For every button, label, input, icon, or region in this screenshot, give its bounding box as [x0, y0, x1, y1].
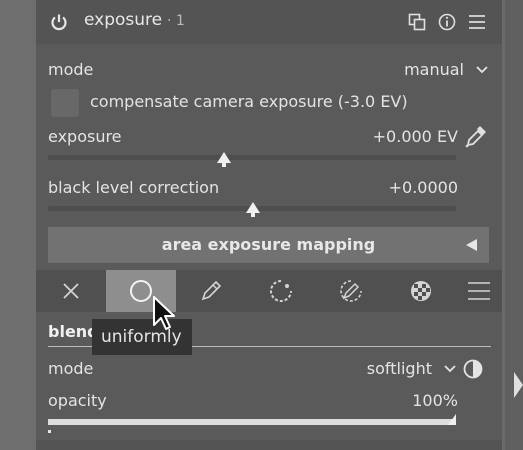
module-header[interactable]: exposure · 1	[36, 0, 502, 44]
compensate-label: compensate camera exposure (-3.0 EV)	[90, 92, 408, 111]
mouse-cursor-icon	[153, 296, 175, 330]
black-level-slider-tick	[251, 213, 255, 217]
blend-menu-button[interactable]	[454, 270, 502, 312]
pencil-parametric-icon	[340, 280, 362, 302]
reset-icon[interactable]	[438, 13, 456, 31]
exposure-slider-tick	[222, 163, 226, 167]
black-level-slider-handle[interactable]	[246, 202, 260, 213]
blend-drawn-parametric-button[interactable]	[316, 270, 386, 312]
mode-label: mode	[48, 60, 94, 79]
chevron-down-icon	[476, 66, 488, 74]
area-exposure-mapping-section[interactable]: area exposure mapping	[48, 227, 489, 263]
exposure-slider-handle[interactable]	[217, 152, 231, 163]
pencil-icon	[201, 280, 222, 301]
color-picker-icon[interactable]	[464, 124, 488, 148]
opacity-value: 100%	[412, 391, 458, 410]
opacity-label: opacity	[48, 391, 107, 410]
module-instance-label: · 1	[167, 13, 185, 29]
exposure-label: exposure	[48, 127, 122, 146]
blend-polarity-icon[interactable]	[463, 359, 483, 379]
black-level-label: black level correction	[48, 178, 220, 197]
blend-parametric-mask-button[interactable]	[246, 270, 316, 312]
raster-icon	[411, 281, 431, 301]
opacity-slider[interactable]	[48, 419, 456, 425]
blend-mode-dropdown[interactable]: softlight	[336, 355, 460, 383]
mode-dropdown[interactable]: manual	[376, 56, 492, 84]
module-title: exposure	[84, 10, 163, 30]
exposure-value: +0.000 EV	[372, 127, 458, 146]
blend-mode-label: mode	[48, 359, 94, 378]
expand-right-arrow-icon[interactable]	[514, 372, 523, 398]
blend-off-button[interactable]	[36, 270, 106, 312]
power-icon[interactable]	[50, 13, 68, 31]
chevron-down-icon	[444, 365, 456, 373]
presets-icon[interactable]	[468, 13, 486, 31]
black-level-value: +0.0000	[388, 178, 458, 197]
left-gutter	[0, 0, 36, 450]
multi-instance-icon[interactable]	[408, 13, 426, 31]
mode-value: manual	[404, 60, 464, 79]
opacity-slider-handle[interactable]	[448, 414, 456, 425]
blend-mode-toolbar	[36, 270, 502, 312]
collapse-triangle-icon	[466, 239, 477, 251]
close-icon	[63, 283, 79, 299]
right-panel-collapse[interactable]	[505, 0, 523, 450]
hamburger-icon	[468, 282, 490, 300]
exposure-module-panel: exposure · 1 mode manual compensate came…	[36, 0, 502, 450]
compensate-checkbox[interactable]	[51, 89, 79, 117]
blend-drawn-mask-button[interactable]	[176, 270, 246, 312]
blend-mode-value: softlight	[366, 359, 432, 378]
parametric-icon	[270, 280, 292, 302]
bottom-strip	[36, 440, 502, 450]
opacity-slider-tick	[48, 430, 51, 433]
area-exposure-mapping-label: area exposure mapping	[161, 235, 376, 254]
exposure-slider[interactable]	[48, 155, 456, 160]
blend-raster-mask-button[interactable]	[386, 270, 456, 312]
